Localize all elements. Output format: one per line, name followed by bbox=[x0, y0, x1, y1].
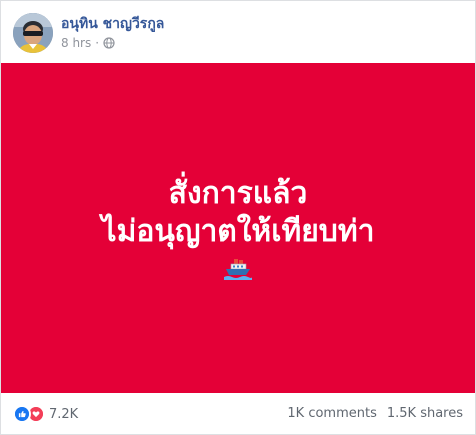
banner-line-1: สั่งการแล้ว bbox=[168, 176, 308, 211]
post-meta: 8 hrs · bbox=[61, 36, 115, 50]
globe-icon[interactable] bbox=[103, 37, 115, 49]
post-card: อนุทิน ชาญวีรกูล 8 hrs · สั่งการแล้ว ไม่… bbox=[0, 0, 476, 435]
avatar-photo bbox=[13, 13, 53, 53]
engagement-stats: 1K comments 1.5K shares bbox=[287, 406, 463, 421]
ship-icon bbox=[224, 259, 252, 280]
author-name[interactable]: อนุทิน ชาญวีรกูล bbox=[61, 13, 164, 35]
comments-count[interactable]: 1K comments bbox=[287, 406, 376, 421]
reactions-summary[interactable]: 7.2K bbox=[13, 405, 78, 423]
post-timestamp[interactable]: 8 hrs bbox=[61, 36, 91, 50]
banner-line-2: ไม่อนุญาตให้เทียบท่า bbox=[101, 214, 375, 249]
author-avatar[interactable] bbox=[13, 13, 53, 53]
post-banner[interactable]: สั่งการแล้ว ไม่อนุญาตให้เทียบท่า bbox=[1, 63, 475, 393]
shares-count[interactable]: 1.5K shares bbox=[387, 406, 463, 421]
meta-separator: · bbox=[95, 36, 100, 50]
reaction-count: 7.2K bbox=[49, 406, 79, 422]
post-footer: 7.2K 1K comments 1.5K shares bbox=[1, 393, 475, 434]
post-header: อนุทิน ชาญวีรกูล 8 hrs · bbox=[1, 1, 475, 63]
like-icon bbox=[13, 405, 31, 423]
